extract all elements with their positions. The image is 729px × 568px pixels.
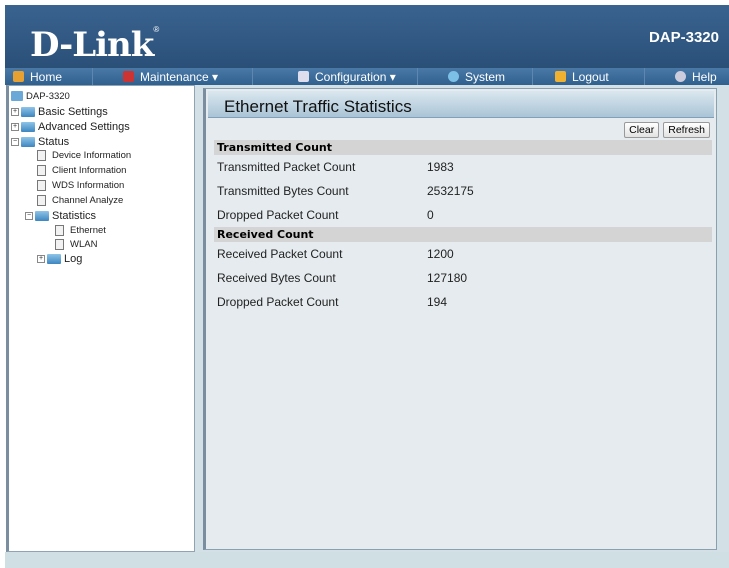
stat-row: Dropped Packet Count 194 bbox=[217, 290, 716, 314]
section-heading-received: Received Count bbox=[214, 227, 712, 242]
page-icon bbox=[37, 150, 46, 161]
expand-icon[interactable]: + bbox=[37, 255, 45, 263]
expand-icon[interactable]: + bbox=[11, 107, 19, 116]
expand-icon[interactable]: + bbox=[11, 123, 19, 132]
tree-label: WDS Information bbox=[52, 180, 125, 191]
stat-label: Transmitted Packet Count bbox=[217, 160, 356, 174]
footer-band bbox=[5, 552, 729, 568]
folder-icon bbox=[21, 122, 35, 133]
menu-home[interactable]: Home bbox=[5, 68, 93, 85]
globe-icon bbox=[448, 71, 459, 82]
tree-label: WLAN bbox=[70, 238, 98, 250]
collapse-icon[interactable]: − bbox=[25, 211, 33, 220]
stat-label: Received Packet Count bbox=[217, 247, 343, 261]
tree-label: Client Information bbox=[52, 165, 127, 176]
menu-label: Home bbox=[30, 69, 63, 84]
tree-wlan[interactable]: WLAN bbox=[11, 237, 194, 251]
stat-value: 127180 bbox=[427, 271, 468, 285]
tree-label: Statistics bbox=[52, 209, 97, 222]
tree-advanced-settings[interactable]: + Advanced Settings bbox=[11, 121, 194, 134]
header-banner: D-Link® DAP-3320 bbox=[5, 5, 729, 68]
stat-row: Transmitted Bytes Count 2532175 bbox=[217, 179, 716, 203]
menu-help[interactable]: Help bbox=[645, 68, 729, 85]
stat-label: Dropped Packet Count bbox=[217, 208, 339, 222]
page-icon bbox=[55, 224, 64, 236]
folder-open-icon bbox=[35, 210, 49, 221]
stat-row: Transmitted Packet Count 1983 bbox=[217, 155, 716, 179]
tree-statistics[interactable]: − Statistics bbox=[11, 208, 194, 223]
logo-text: D-Link bbox=[30, 25, 154, 65]
stat-value: 2532175 bbox=[427, 184, 474, 198]
home-icon bbox=[13, 71, 24, 82]
tree-label: Ethernet bbox=[70, 224, 106, 236]
stat-label: Dropped Packet Count bbox=[217, 295, 339, 309]
menu-label: System bbox=[465, 69, 506, 84]
menu-system[interactable]: System bbox=[418, 68, 533, 85]
stat-row: Received Bytes Count 127180 bbox=[217, 266, 716, 290]
menu-bar: Home Maintenance ▾ Configuration ▾ Syste… bbox=[5, 68, 729, 85]
tree-log[interactable]: + Log bbox=[11, 251, 194, 267]
stat-label: Received Bytes Count bbox=[217, 271, 336, 285]
save-icon bbox=[298, 71, 309, 82]
menu-label: Configuration ▾ bbox=[315, 69, 396, 84]
model-name: DAP-3320 bbox=[648, 29, 719, 46]
help-icon bbox=[675, 71, 686, 82]
statistics-panel: Ethernet Traffic Statistics Clear Refres… bbox=[203, 88, 717, 550]
stat-value: 194 bbox=[427, 295, 448, 309]
tree-label: Advanced Settings bbox=[38, 121, 130, 134]
stat-row: Received Packet Count 1200 bbox=[217, 242, 716, 266]
menu-logout[interactable]: Logout bbox=[533, 68, 645, 85]
section-heading-transmitted: Transmitted Count bbox=[214, 140, 712, 155]
menu-label: Logout bbox=[572, 69, 609, 84]
stat-value: 0 bbox=[427, 208, 434, 222]
tree-label: Log bbox=[64, 253, 83, 265]
menu-label: Maintenance ▾ bbox=[140, 69, 219, 84]
tree-basic-settings[interactable]: + Basic Settings bbox=[11, 106, 194, 119]
tree-client-information[interactable]: Client Information bbox=[11, 163, 194, 178]
refresh-button[interactable]: Refresh bbox=[663, 122, 710, 138]
menu-configuration[interactable]: Configuration ▾ bbox=[253, 68, 418, 85]
stat-value: 1983 bbox=[427, 160, 454, 174]
page-icon bbox=[37, 180, 46, 191]
tree-label: Status bbox=[38, 135, 70, 148]
folder-icon bbox=[47, 254, 61, 264]
computer-icon bbox=[11, 91, 23, 102]
page-icon bbox=[37, 165, 46, 176]
clear-button[interactable]: Clear bbox=[624, 122, 660, 138]
stat-value: 1200 bbox=[427, 247, 454, 261]
page-title: Ethernet Traffic Statistics bbox=[208, 91, 714, 118]
tools-icon bbox=[123, 71, 134, 82]
tree-status[interactable]: − Status bbox=[11, 136, 194, 149]
tree-label: DAP-3320 bbox=[26, 90, 70, 102]
menu-maintenance[interactable]: Maintenance ▾ bbox=[93, 68, 253, 85]
menu-label: Help bbox=[692, 69, 717, 84]
tree-channel-analyze[interactable]: Channel Analyze bbox=[11, 193, 194, 208]
tree-wds-information[interactable]: WDS Information bbox=[11, 178, 194, 193]
tree-root[interactable]: DAP-3320 bbox=[11, 90, 194, 103]
stat-row: Dropped Packet Count 0 bbox=[217, 203, 716, 227]
folder-open-icon bbox=[21, 136, 35, 147]
tree-device-information[interactable]: Device Information bbox=[11, 148, 194, 163]
stat-label: Transmitted Bytes Count bbox=[217, 184, 349, 198]
tree-ethernet[interactable]: Ethernet bbox=[11, 223, 194, 237]
page-icon bbox=[37, 195, 46, 206]
navigation-tree: DAP-3320 + Basic Settings + Advanced Setti… bbox=[6, 85, 195, 552]
tree-label: Device Information bbox=[52, 150, 132, 161]
page-icon bbox=[55, 238, 64, 250]
tree-label: Basic Settings bbox=[38, 105, 108, 118]
collapse-icon[interactable]: − bbox=[11, 137, 19, 146]
tree-label: Channel Analyze bbox=[52, 195, 124, 206]
key-icon bbox=[555, 71, 566, 82]
dlink-logo: D-Link® bbox=[30, 25, 159, 65]
folder-icon bbox=[21, 106, 35, 117]
